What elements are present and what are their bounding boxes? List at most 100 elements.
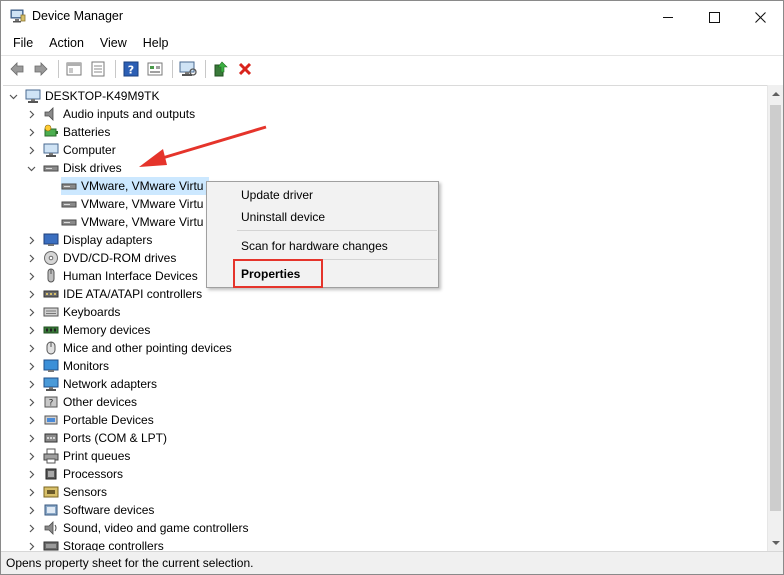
tree-category-row[interactable]: Network adapters [25, 375, 157, 393]
status-bar: Opens property sheet for the current sel… [1, 551, 783, 574]
chevron-right-icon[interactable] [25, 465, 37, 483]
chevron-right-icon[interactable] [25, 429, 37, 447]
battery-icon [43, 124, 63, 140]
scroll-up-button[interactable] [768, 85, 783, 102]
chevron-right-icon[interactable] [25, 231, 37, 249]
tree-category-row[interactable]: Memory devices [25, 321, 150, 339]
chevron-right-icon[interactable] [25, 267, 37, 285]
title-bar[interactable]: Device Manager [1, 1, 783, 33]
ctx-update-driver[interactable]: Update driver [241, 186, 313, 204]
back-button[interactable] [6, 58, 28, 80]
close-button[interactable] [737, 1, 783, 33]
tree-category-row[interactable]: Processors [25, 465, 123, 483]
chevron-right-icon[interactable] [25, 447, 37, 465]
tree-category-label: Human Interface Devices [63, 269, 198, 283]
tree-category-label: Storage controllers [63, 539, 164, 551]
tree-device-row[interactable]: VMware, VMware Virtu [61, 213, 209, 231]
tree-category-row[interactable]: Batteries [25, 123, 110, 141]
properties-panel-button[interactable] [63, 58, 85, 80]
chevron-right-icon[interactable] [25, 303, 37, 321]
toolbar-separator [172, 60, 173, 78]
tree-category-row[interactable]: Keyboards [25, 303, 120, 321]
chevron-right-icon[interactable] [25, 339, 37, 357]
chevron-right-icon[interactable] [25, 321, 37, 339]
tree-category-row[interactable]: Mice and other pointing devices [25, 339, 232, 357]
device-tree[interactable]: DESKTOP-K49M9TK Audio inputs and outputs… [3, 85, 767, 551]
chevron-right-icon[interactable] [25, 249, 37, 267]
list-view-icon [91, 61, 105, 77]
uninstall-button[interactable] [234, 58, 256, 80]
tree-category-row[interactable]: DVD/CD-ROM drives [25, 249, 176, 267]
tree-category-row[interactable]: Print queues [25, 447, 130, 465]
update-driver-button[interactable] [210, 58, 232, 80]
tree-root-label: DESKTOP-K49M9TK [45, 89, 160, 103]
menu-action[interactable]: Action [41, 33, 92, 54]
tree-category-row[interactable]: IDE ATA/ATAPI controllers [25, 285, 202, 303]
chevron-down-icon[interactable] [25, 159, 37, 177]
chevron-right-icon[interactable] [25, 105, 37, 123]
chevron-right-icon[interactable] [25, 141, 37, 159]
tree-category-row[interactable]: Sound, video and game controllers [25, 519, 248, 537]
scroll-thumb[interactable] [770, 105, 781, 511]
tree-category-row[interactable]: Software devices [25, 501, 154, 519]
menu-file[interactable]: File [5, 33, 41, 54]
chevron-right-icon[interactable] [25, 411, 37, 429]
tree-device-row[interactable]: VMware, VMware Virtu [61, 195, 209, 213]
chevron-down-icon [772, 540, 780, 545]
resources-view-button[interactable] [144, 58, 166, 80]
menu-view[interactable]: View [92, 33, 135, 54]
vertical-scrollbar[interactable] [767, 85, 783, 551]
tree-category-row[interactable]: Disk drives [25, 159, 122, 177]
tree-category-row[interactable]: Storage controllers [25, 537, 164, 551]
help-button[interactable]: ? [120, 58, 142, 80]
tree-category-row[interactable]: Computer [25, 141, 116, 159]
scroll-down-button[interactable] [768, 534, 783, 551]
maximize-icon [708, 11, 720, 23]
maximize-button[interactable] [691, 1, 737, 33]
chevron-right-icon[interactable] [25, 375, 37, 393]
chevron-right-icon[interactable] [25, 501, 37, 519]
tree-category-row[interactable]: Display adapters [25, 231, 152, 249]
chevron-right-icon[interactable] [25, 483, 37, 501]
tree-device-row[interactable]: VMware, VMware Virtu [61, 177, 210, 195]
tree-category-row[interactable]: Human Interface Devices [25, 267, 198, 285]
tree-category-row[interactable]: Ports (COM & LPT) [25, 429, 167, 447]
forward-button[interactable] [30, 58, 52, 80]
dvd-icon [43, 250, 63, 266]
ctx-uninstall-device[interactable]: Uninstall device [241, 208, 325, 226]
ctx-separator [237, 230, 437, 231]
tree-root-row[interactable]: DESKTOP-K49M9TK [7, 87, 159, 105]
tree-category-row[interactable]: Sensors [25, 483, 107, 501]
disk-drive-icon [43, 160, 63, 176]
chevron-right-icon[interactable] [25, 357, 37, 375]
tree-category-row[interactable]: Monitors [25, 357, 109, 375]
tree-category-row[interactable]: Portable Devices [25, 411, 154, 429]
tree-category-label: Batteries [63, 125, 111, 139]
menu-help[interactable]: Help [135, 33, 177, 54]
scan-hardware-button[interactable] [177, 58, 199, 80]
window-title: Device Manager [32, 9, 124, 23]
ctx-scan-hardware[interactable]: Scan for hardware changes [241, 237, 388, 255]
list-view-button[interactable] [87, 58, 109, 80]
printer-icon [43, 448, 63, 464]
chevron-right-icon[interactable] [25, 285, 37, 303]
device-manager-window: Device Manager File Action View Help ? D… [0, 0, 784, 575]
network-adapter-icon [43, 376, 63, 392]
tree-category-label: Memory devices [63, 323, 151, 337]
close-icon [754, 11, 766, 23]
chevron-right-icon[interactable] [25, 519, 37, 537]
chevron-right-icon[interactable] [25, 537, 37, 551]
chevron-right-icon[interactable] [25, 123, 37, 141]
tree-category-label: Ports (COM & LPT) [63, 431, 168, 445]
svg-text:?: ? [128, 64, 134, 77]
disk-drive-icon [61, 196, 81, 212]
minimize-button[interactable] [645, 1, 691, 33]
computer-icon [43, 142, 63, 158]
chevron-right-icon[interactable] [25, 393, 37, 411]
chevron-up-icon [772, 91, 780, 96]
tree-category-label: Sensors [63, 485, 108, 499]
chevron-down-icon[interactable] [7, 87, 19, 105]
tree-category-label: Network adapters [63, 377, 158, 391]
tree-category-row[interactable]: ? Other devices [25, 393, 137, 411]
device-manager-app-icon [10, 9, 26, 23]
